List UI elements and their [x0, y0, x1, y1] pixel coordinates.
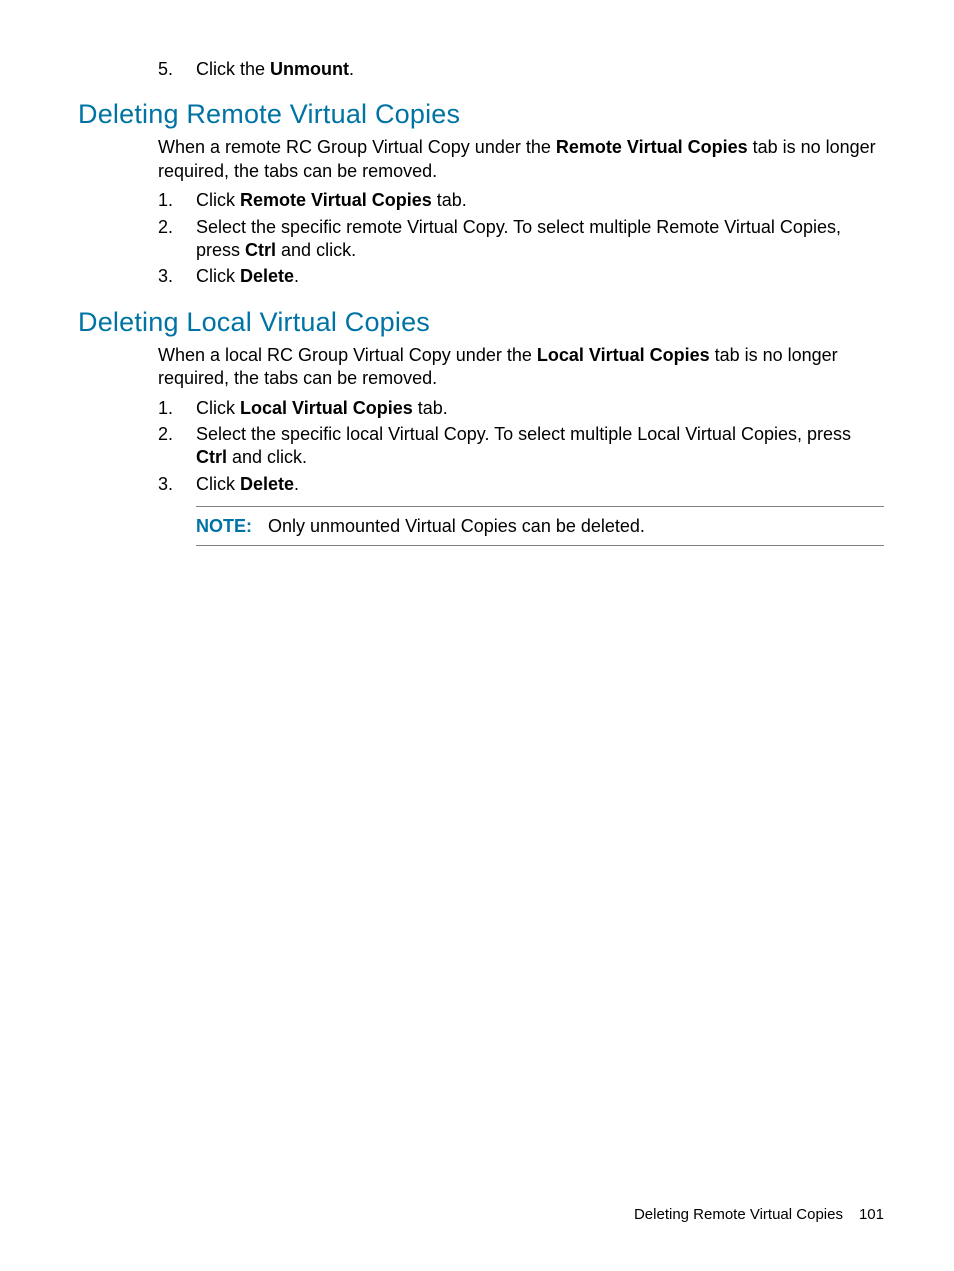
step-bold: Unmount — [270, 59, 349, 79]
step-text: Click — [196, 398, 240, 418]
step-text-post: . — [349, 59, 354, 79]
step-text: Click — [196, 190, 240, 210]
intro-bold: Remote Virtual Copies — [556, 137, 748, 157]
steps-list-remote: Click Remote Virtual Copies tab. Select … — [158, 189, 884, 289]
step-item: Click Remote Virtual Copies tab. — [158, 189, 884, 212]
note-label: NOTE: — [196, 516, 252, 536]
step-bold: Local Virtual Copies — [240, 398, 413, 418]
section-local-body: When a local RC Group Virtual Copy under… — [158, 344, 884, 546]
page-number: 101 — [859, 1206, 884, 1223]
continued-step-list: Click the Unmount. — [158, 58, 884, 81]
note-text: Only unmounted Virtual Copies can be del… — [268, 516, 645, 536]
step-item: Click Delete. — [158, 473, 884, 496]
step-text-post: tab. — [432, 190, 467, 210]
section-heading-remote: Deleting Remote Virtual Copies — [78, 99, 884, 130]
step-text-post: tab. — [413, 398, 448, 418]
step-text: Select the specific local Virtual Copy. … — [196, 424, 851, 444]
footer-text: Deleting Remote Virtual Copies — [634, 1206, 843, 1223]
step-bold: Ctrl — [196, 447, 227, 467]
note-box: NOTE: Only unmounted Virtual Copies can b… — [196, 506, 884, 546]
intro-paragraph: When a remote RC Group Virtual Copy unde… — [158, 136, 884, 183]
step-item: Click Local Virtual Copies tab. — [158, 397, 884, 420]
step-item: Select the specific remote Virtual Copy.… — [158, 216, 884, 263]
section-heading-local: Deleting Local Virtual Copies — [78, 307, 884, 338]
intro-pre: When a remote RC Group Virtual Copy unde… — [158, 137, 556, 157]
step-bold: Remote Virtual Copies — [240, 190, 432, 210]
step-text-post: . — [294, 266, 299, 286]
step-text-post: and click. — [227, 447, 307, 467]
step-item: Click Delete. — [158, 265, 884, 288]
section-remote-body: When a remote RC Group Virtual Copy unde… — [158, 136, 884, 288]
steps-list-local: Click Local Virtual Copies tab. Select t… — [158, 397, 884, 497]
step-item: Click the Unmount. — [158, 58, 884, 81]
intro-paragraph: When a local RC Group Virtual Copy under… — [158, 344, 884, 391]
step-text-post: and click. — [276, 240, 356, 260]
intro-pre: When a local RC Group Virtual Copy under… — [158, 345, 537, 365]
step-bold: Delete — [240, 474, 294, 494]
step-item: Select the specific local Virtual Copy. … — [158, 423, 884, 470]
step-bold: Delete — [240, 266, 294, 286]
intro-bold: Local Virtual Copies — [537, 345, 710, 365]
step-text: Click — [196, 474, 240, 494]
step-text: Click the — [196, 59, 270, 79]
step-text-post: . — [294, 474, 299, 494]
page-footer: Deleting Remote Virtual Copies 101 — [634, 1206, 884, 1223]
step-bold: Ctrl — [245, 240, 276, 260]
step-text: Click — [196, 266, 240, 286]
